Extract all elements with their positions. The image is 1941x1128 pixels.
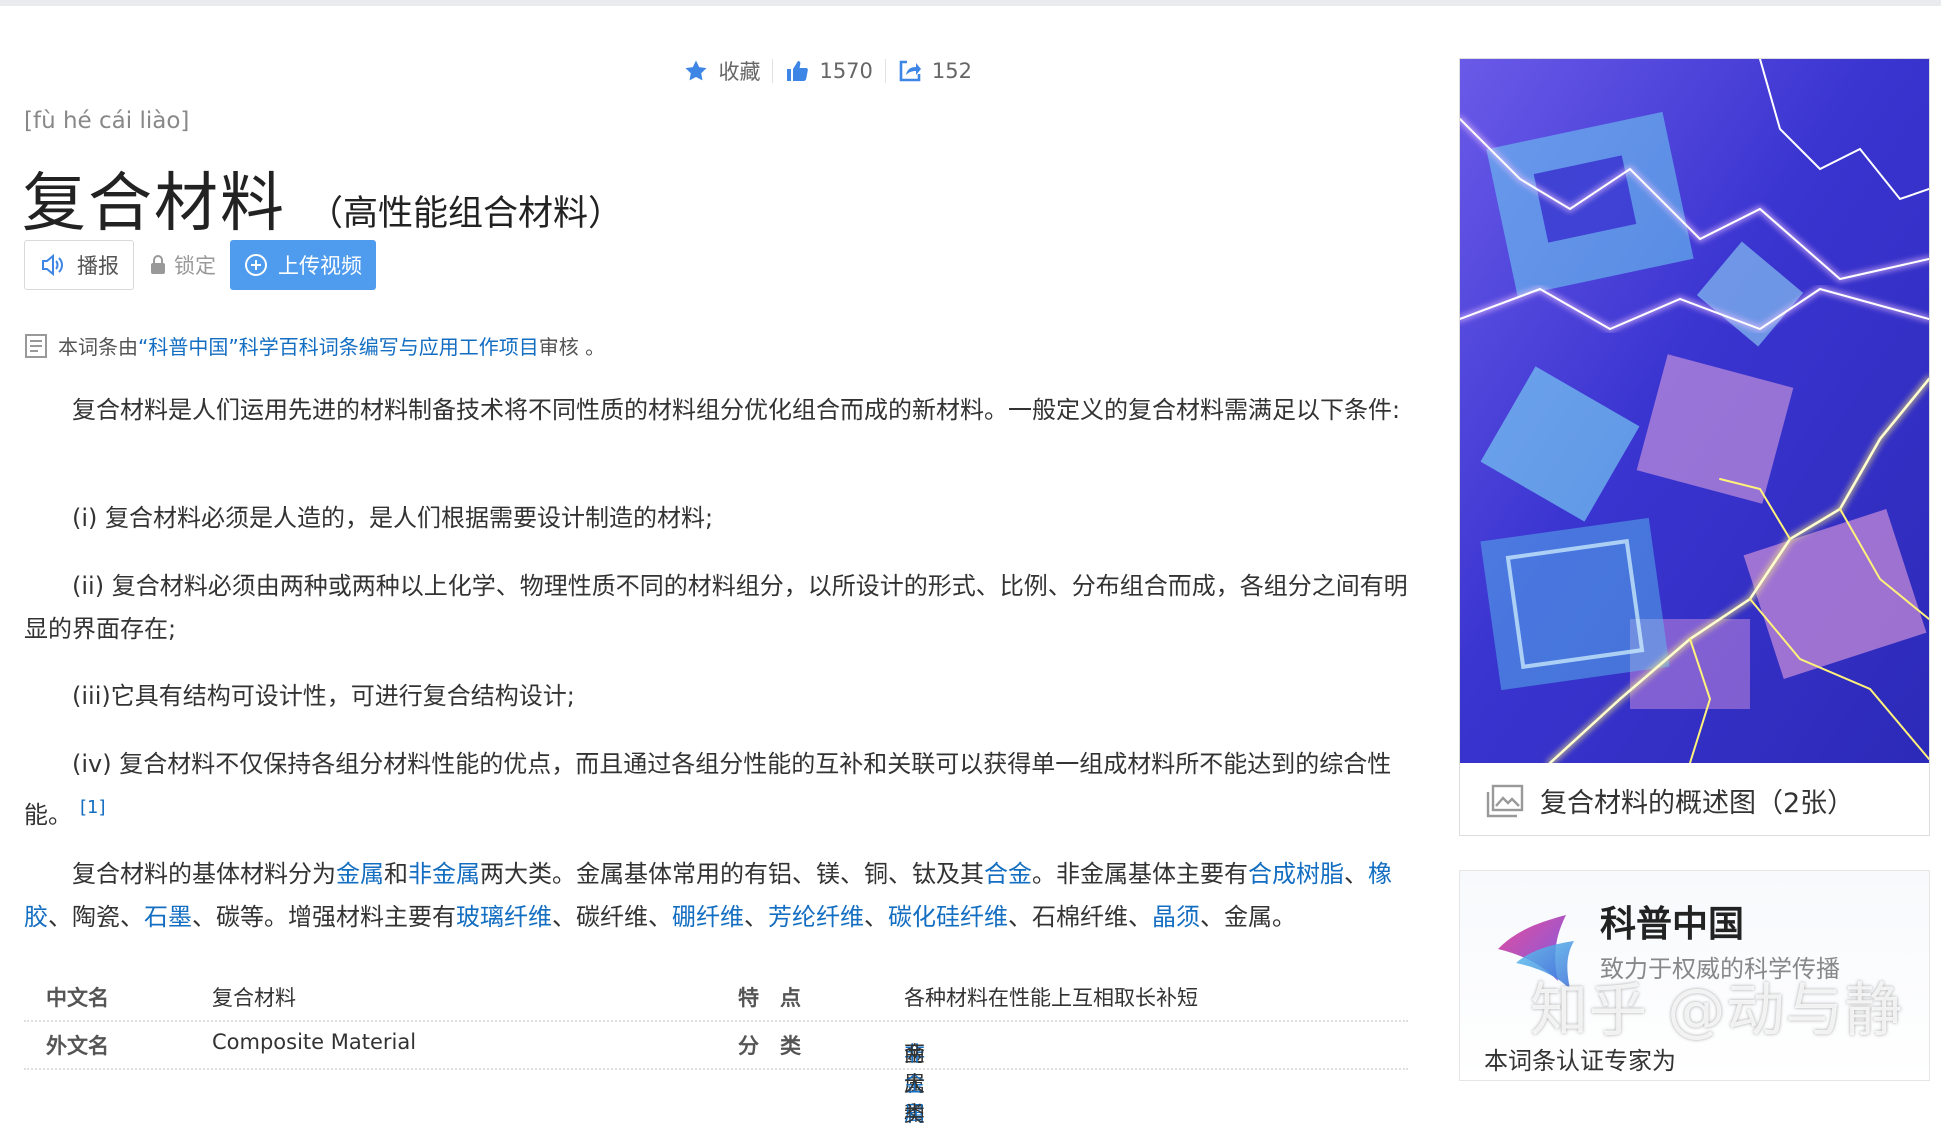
- info-row: 中文名 复合材料 特 点 各种材料在性能上互相取长补短: [24, 974, 1408, 1022]
- like-count: 1570: [819, 59, 873, 83]
- lock-indicator: 锁定: [150, 250, 216, 280]
- link-whisker[interactable]: 晶须: [1152, 903, 1200, 931]
- pinyin: [fù hé cái liào]: [24, 108, 190, 134]
- star-icon: [685, 60, 707, 81]
- album-caption-text: 复合材料的概述图（2张）: [1540, 788, 1855, 819]
- entry-stats: 收藏 1570 152: [672, 56, 984, 86]
- link-nonmetal[interactable]: 非金属: [408, 860, 480, 888]
- paragraph-text: 复合材料是人们运用先进的材料制备技术将不同性质的材料组分优化组合而成的新材料。一…: [72, 396, 1401, 424]
- review-prefix: 本词条由: [58, 335, 138, 359]
- document-icon: [25, 333, 47, 358]
- broadcast-label: 播报: [77, 254, 119, 278]
- paragraph-text: (iii)它具有结构可设计性，可进行复合结构设计;: [72, 682, 575, 710]
- info-value: Composite Material: [212, 1030, 417, 1054]
- info-key: 特 点: [738, 986, 801, 1010]
- page-subtitle: （高性能组合材料）: [308, 194, 624, 234]
- album-image[interactable]: [1460, 59, 1929, 763]
- text-segment: 复合材料的基体材料分为: [72, 860, 336, 888]
- title-row: 复合材料 （高性能组合材料）: [22, 152, 623, 244]
- entry-actions: 播报 锁定 上传视频: [24, 240, 376, 290]
- info-key: 中文名: [46, 986, 109, 1010]
- info-value: 各种材料在性能上互相取长补短: [904, 986, 1198, 1010]
- favorite-label: 收藏: [718, 60, 761, 84]
- summary-album[interactable]: 复合材料的概述图（2张）: [1459, 58, 1930, 836]
- text-segment: 、碳纤维、: [552, 903, 672, 931]
- info-key: 分 类: [738, 1034, 801, 1058]
- basic-info-table: 中文名 复合材料 特 点 各种材料在性能上互相取长补短 外文名 Composit…: [24, 974, 1408, 1126]
- share-icon: [899, 60, 921, 82]
- text-segment: 两大类。金属基体常用的有铝、镁、铜、钛及其: [480, 860, 984, 888]
- link-alloy[interactable]: 合金: [984, 860, 1032, 888]
- share-count: 152: [931, 59, 972, 83]
- text-segment: 、: [864, 903, 888, 931]
- text-segment: 、: [744, 903, 768, 931]
- card-title[interactable]: 科普中国: [1600, 895, 1744, 947]
- page-title: 复合材料: [22, 167, 286, 241]
- link-silicon-carbide-fiber[interactable]: 碳化硅纤维: [888, 903, 1008, 931]
- review-suffix: 审核 。: [538, 335, 606, 359]
- paragraph-condition-1: (i) 复合材料必须是人造的，是人们根据需要设计制造的材料;: [24, 497, 1408, 540]
- link-graphite[interactable]: 石墨: [144, 903, 192, 931]
- text-segment: 、碳等。增强材料主要有: [192, 903, 456, 931]
- text-segment: 、金属。: [1200, 903, 1296, 931]
- lock-label: 锁定: [174, 254, 216, 278]
- text-segment: 、: [1344, 860, 1368, 888]
- paragraph-condition-3: (iii)它具有结构可设计性，可进行复合结构设计;: [24, 675, 1408, 718]
- paragraph-condition-4: (iv) 复合材料不仅保持各组分材料性能的优点，而且通过各组分性能的互补和关联可…: [24, 743, 1408, 837]
- link-metal[interactable]: 金属: [336, 860, 384, 888]
- link-synthetic-resin[interactable]: 合成树脂: [1248, 860, 1344, 888]
- speaker-icon: [42, 254, 63, 276]
- text-segment: 、陶瓷、: [48, 903, 144, 931]
- link-boron-fiber[interactable]: 硼纤维: [672, 903, 744, 931]
- favorite-button[interactable]: 收藏: [672, 56, 772, 86]
- upload-video-label: 上传视频: [278, 254, 362, 278]
- lock-icon: [151, 255, 165, 274]
- top-border: [0, 0, 1941, 6]
- paragraph-text: (ii) 复合材料必须由两种或两种以上化学、物理性质不同的材料组分，以所设计的形…: [24, 572, 1408, 643]
- plus-circle-icon: [245, 254, 267, 276]
- paragraph-definition: 复合材料是人们运用先进的材料制备技术将不同性质的材料组分优化组合而成的新材料。一…: [24, 389, 1408, 432]
- paragraph-materials: 复合材料的基体材料分为金属和非金属两大类。金属基体常用的有铝、镁、铜、钛及其合金…: [24, 853, 1408, 939]
- upload-video-button[interactable]: 上传视频: [230, 240, 376, 290]
- paragraph-text: (i) 复合材料必须是人造的，是人们根据需要设计制造的材料;: [72, 504, 714, 532]
- review-project-link[interactable]: “科普中国”科学百科词条编写与应用工作项目: [138, 331, 539, 360]
- album-caption[interactable]: 复合材料的概述图（2张）: [1486, 781, 1854, 820]
- share-button[interactable]: 152: [884, 59, 984, 83]
- broadcast-button[interactable]: 播报: [24, 240, 134, 290]
- text-segment: 。非金属基体主要有: [1032, 860, 1248, 888]
- like-button[interactable]: 1570: [772, 59, 884, 83]
- info-key: 外文名: [46, 1034, 109, 1058]
- zhihu-watermark: 知乎 @动与静: [1530, 976, 1904, 1044]
- reference-link[interactable]: [1]: [80, 797, 106, 818]
- info-value: 复合材料: [212, 986, 296, 1010]
- image-icon: [1486, 784, 1524, 817]
- info-row: 外文名 Composite Material 分 类 金属和 非金属 两大类: [24, 1022, 1408, 1126]
- paragraph-condition-2: (ii) 复合材料必须由两种或两种以上化学、物理性质不同的材料组分，以所设计的形…: [24, 565, 1408, 651]
- text-segment: 和: [384, 860, 408, 888]
- review-note: 本词条由 “科普中国”科学百科词条编写与应用工作项目 审核 。: [24, 331, 605, 360]
- link-glass-fiber[interactable]: 玻璃纤维: [456, 903, 552, 931]
- link-aramid-fiber[interactable]: 芳纶纤维: [768, 903, 864, 931]
- text-segment: 、石棉纤维、: [1008, 903, 1152, 931]
- paragraph-text: (iv) 复合材料不仅保持各组分材料性能的优点，而且通过各组分性能的互补和关联可…: [24, 750, 1392, 829]
- info-value-text: 两大类: [904, 1042, 925, 1126]
- thumbs-up-icon: [787, 61, 809, 81]
